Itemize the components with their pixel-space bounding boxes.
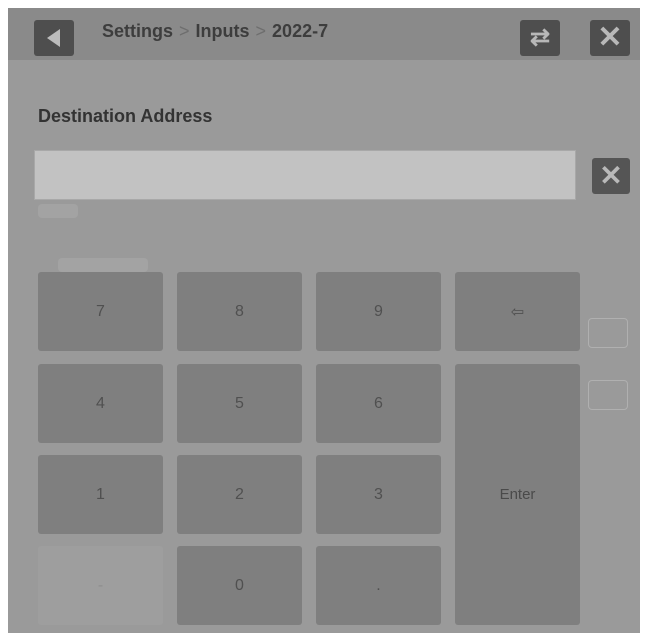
key-1[interactable]: 1: [38, 455, 163, 534]
backspace-key[interactable]: ⇦: [455, 272, 580, 351]
key-9[interactable]: 9: [316, 272, 441, 351]
back-arrow-icon[interactable]: [34, 20, 74, 56]
key-3[interactable]: 3: [316, 455, 441, 534]
breadcrumb-separator: >: [179, 21, 190, 41]
breadcrumb: Settings > Inputs >2022-7: [102, 21, 328, 42]
key-6[interactable]: 6: [316, 364, 441, 443]
dimmed-background-panel: [58, 258, 148, 272]
key-7[interactable]: 7: [38, 272, 163, 351]
breadcrumb-inputs[interactable]: Inputs: [196, 21, 250, 41]
breadcrumb-separator: >: [255, 21, 267, 41]
destination-address-label: Destination Address: [38, 106, 213, 126]
key-0[interactable]: 0: [177, 546, 302, 625]
key-decimal[interactable]: .: [316, 546, 441, 625]
destination-address-input[interactable]: [34, 150, 576, 200]
dimmed-background-panel: [38, 204, 78, 218]
key-8[interactable]: 8: [177, 272, 302, 351]
key-5[interactable]: 5: [177, 364, 302, 443]
breadcrumb-settings[interactable]: Settings: [102, 21, 173, 41]
top-bar: Settings > Inputs >2022-7 ⇄ ✕: [8, 8, 640, 60]
key-minus: -: [38, 546, 163, 625]
keypad-dialog-screen: Settings > Inputs >2022-7 ⇄ ✕ Destination A…: [8, 8, 640, 633]
swap-arrows-icon[interactable]: ⇄: [520, 20, 560, 56]
key-4[interactable]: 4: [38, 364, 163, 443]
enter-key[interactable]: Enter: [455, 364, 580, 625]
close-icon[interactable]: ✕: [590, 20, 630, 56]
breadcrumb-current: 2022-7: [272, 21, 329, 41]
dimmed-background-panel: [588, 318, 628, 348]
key-2[interactable]: 2: [177, 455, 302, 534]
clear-x-icon[interactable]: ✕: [592, 158, 630, 194]
dimmed-background-panel: [588, 380, 628, 410]
